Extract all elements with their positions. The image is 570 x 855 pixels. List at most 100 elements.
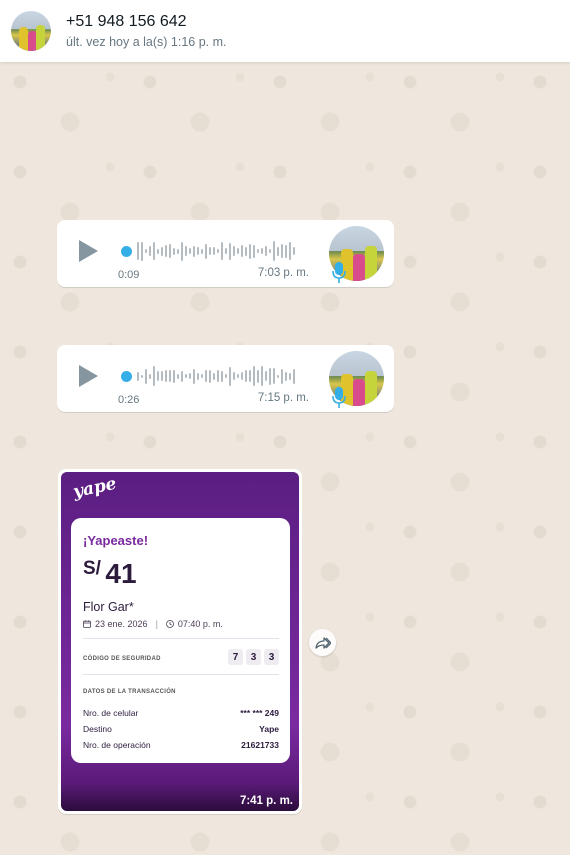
waveform-bar	[289, 242, 291, 260]
forward-icon	[314, 636, 331, 649]
waveform-bar	[201, 374, 203, 378]
waveform-bar	[185, 246, 187, 256]
playback-position-dot[interactable]	[121, 370, 132, 382]
amount-value: 41	[105, 558, 137, 589]
contact-info[interactable]: +51 948 156 642 últ. vez hoy a la(s) 1:1…	[66, 12, 227, 51]
sender-avatar	[329, 351, 384, 408]
waveform-bar	[197, 372, 199, 380]
waveform-bar	[173, 369, 175, 383]
currency-symbol: S/	[83, 558, 101, 579]
waveform-bar	[265, 246, 267, 256]
waveform-bar	[285, 371, 287, 381]
waveform-bar	[225, 248, 227, 254]
waveform-bar	[169, 244, 171, 258]
waveform-bar	[245, 246, 247, 256]
receipt-time: 07:40 p. m.	[177, 619, 223, 629]
voice-duration: 0:26	[118, 394, 140, 406]
waveform-bar	[213, 372, 215, 380]
clock-icon	[166, 620, 174, 628]
waveform-bar	[201, 248, 203, 254]
waveform-bar	[217, 249, 219, 253]
waveform-bar	[181, 241, 183, 261]
waveform-bar	[237, 248, 239, 254]
waveform-bar	[293, 247, 295, 255]
recipient-name: Flor Gar*	[83, 600, 134, 614]
waveform-bar	[181, 370, 183, 382]
waveform-bar	[189, 248, 191, 254]
message-time: 7:03 p. m.	[257, 267, 309, 279]
waveform-bar	[217, 370, 219, 382]
waveform-bar	[165, 245, 167, 257]
playback-position-dot[interactable]	[121, 245, 132, 257]
voice-message[interactable]: 0:26 7:15 p. m.	[57, 345, 394, 412]
waveform-bar	[277, 374, 279, 378]
waveform-bar	[149, 246, 151, 256]
receipt-amount: S/ 41	[83, 558, 137, 590]
waveform-bar	[261, 248, 263, 254]
waveform-bar	[209, 247, 211, 255]
waveform-bar	[161, 246, 163, 256]
chat-header[interactable]: +51 948 156 642 últ. vez hoy a la(s) 1:1…	[0, 0, 570, 62]
calendar-icon	[83, 620, 91, 628]
security-digit: 3	[264, 649, 279, 665]
security-digit: 3	[246, 649, 261, 665]
waveform-bar	[277, 246, 279, 256]
waveform-bar	[257, 369, 259, 383]
receipt-card: ¡Yapeaste! S/ 41 Flor Gar* 23 ene. 2026 …	[71, 518, 290, 763]
receipt-datetime: 23 ene. 2026 | 07:40 p. m.	[83, 619, 223, 629]
waveform-bar	[269, 249, 271, 253]
play-icon[interactable]	[79, 365, 98, 387]
waveform-bar	[149, 373, 151, 379]
waveform-bar	[137, 371, 139, 381]
divider	[83, 638, 279, 639]
waveform-bar	[145, 249, 147, 253]
voice-message[interactable]: 0:09 7:03 p. m.	[57, 220, 394, 287]
waveform-bar	[157, 248, 159, 254]
waveform-bar	[225, 374, 227, 378]
transaction-section-label: DATOS DE LA TRANSACCIÓN	[83, 689, 176, 695]
voice-duration: 0:09	[118, 269, 140, 281]
waveform-bar	[269, 367, 271, 385]
waveform-bar	[205, 370, 207, 382]
mic-icon	[332, 387, 346, 408]
mic-icon	[332, 262, 346, 283]
play-icon[interactable]	[79, 240, 98, 262]
waveform-bar	[233, 246, 235, 256]
waveform-bar	[221, 242, 223, 260]
transaction-row: Nro. de operación 21621733	[83, 740, 279, 750]
waveform-bar	[261, 366, 263, 386]
waveform-bar	[281, 244, 283, 258]
row-value: Yape	[259, 724, 279, 734]
yape-logo: yape	[71, 473, 119, 503]
audio-waveform[interactable]	[121, 240, 301, 262]
transaction-row: Destino Yape	[83, 724, 279, 734]
waveform-bar	[273, 368, 275, 384]
waveform-bar	[213, 247, 215, 255]
waveform-bar	[153, 242, 155, 260]
waveform-bar	[265, 371, 267, 381]
last-seen-status: últ. vez hoy a la(s) 1:16 p. m.	[66, 34, 227, 49]
image-message[interactable]: yape ¡Yapeaste! S/ 41 Flor Gar* 23 ene. …	[58, 469, 302, 814]
waveform-bar	[193, 368, 195, 384]
waveform-bar	[273, 241, 275, 261]
yape-receipt-image[interactable]: yape ¡Yapeaste! S/ 41 Flor Gar* 23 ene. …	[61, 472, 299, 811]
row-label: Nro. de operación	[83, 740, 151, 750]
security-digit: 7	[228, 649, 243, 665]
waveform-bar	[165, 370, 167, 382]
row-value: 21621733	[241, 740, 279, 750]
waveform-bar	[245, 370, 247, 382]
waveform-bar	[229, 242, 231, 260]
message-time: 7:15 p. m.	[257, 392, 309, 404]
waveform-bar	[233, 372, 235, 380]
row-label: Nro. de celular	[83, 708, 139, 718]
waveform-bar	[177, 373, 179, 379]
audio-waveform[interactable]	[121, 365, 301, 387]
security-code-label: CÓDIGO DE SEGURIDAD	[83, 656, 161, 662]
message-time: 7:41 p. m.	[239, 795, 293, 807]
receipt-title: ¡Yapeaste!	[83, 533, 149, 548]
forward-button[interactable]	[309, 629, 336, 656]
contact-avatar[interactable]	[11, 11, 51, 51]
waveform-bar	[153, 366, 155, 386]
waveform-bar	[189, 373, 191, 379]
waveform-bar	[173, 247, 175, 255]
